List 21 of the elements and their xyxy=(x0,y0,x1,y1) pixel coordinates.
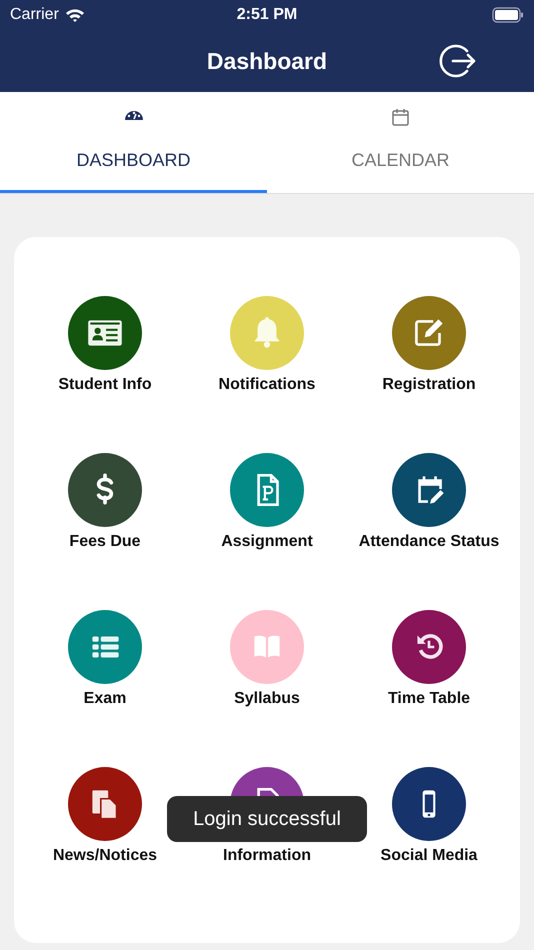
tile-label: Social Media xyxy=(380,847,478,865)
tile-label: Assignment xyxy=(221,533,313,551)
tab[interactable]: DASHBOARD xyxy=(0,92,267,193)
wifi-icon xyxy=(64,8,85,22)
tab[interactable]: CALENDAR xyxy=(267,92,534,193)
tile-label: Exam xyxy=(84,690,126,708)
carrier-name: Carrier xyxy=(10,6,59,24)
calendar-icon xyxy=(390,106,412,126)
tile-label: Student Info xyxy=(58,376,152,394)
login-toast: Login successful xyxy=(167,796,367,842)
status-time: 2:51 PM xyxy=(236,6,298,24)
screen-title: Dashboard xyxy=(206,48,328,74)
tile-label: Attendance Status xyxy=(358,533,500,551)
tile-label: Registration xyxy=(382,376,476,394)
tile-label: Fees Due xyxy=(69,533,141,551)
tile-label: Notifications xyxy=(218,376,316,394)
tile-label: Information xyxy=(223,847,311,865)
tile-label: Time Table xyxy=(388,690,470,708)
tile-label: News/Notices xyxy=(52,847,158,865)
tile-label: Syllabus xyxy=(234,690,300,708)
battery-icon xyxy=(492,7,524,23)
